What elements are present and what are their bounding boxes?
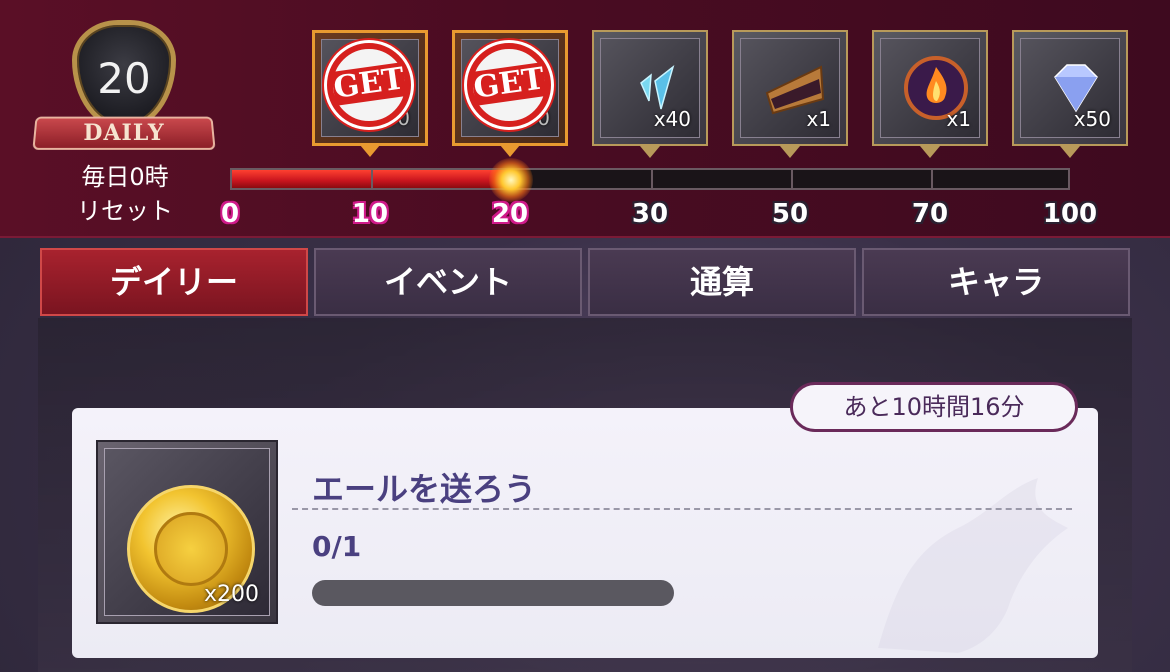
milestone-label-10: 10	[351, 199, 389, 229]
pointer-icon	[1060, 146, 1080, 158]
get-stamp-label: GET	[470, 61, 548, 106]
daily-ribbon-label: DAILY	[83, 120, 165, 146]
mission-reward-count: x200	[203, 582, 259, 607]
reward-frame: x1	[740, 38, 840, 138]
milestone-label-70: 70	[911, 199, 949, 229]
progress-tick	[931, 170, 933, 188]
milestone-reward-6[interactable]: x50	[1012, 30, 1128, 158]
reward-count: x40	[653, 107, 691, 131]
tab-character[interactable]: キャラ	[862, 248, 1130, 316]
daily-level-badge: 20 DAILY	[30, 10, 220, 160]
griffin-emblem-icon	[878, 478, 1068, 653]
tab-event[interactable]: イベント	[314, 248, 582, 316]
milestone-reward-1[interactable]: x300 GET	[312, 30, 428, 157]
mission-progress-bar	[312, 580, 674, 606]
pointer-icon	[920, 146, 940, 158]
pointer-icon	[780, 146, 800, 158]
milestone-label-100: 100	[1042, 199, 1098, 229]
daily-mission-banner: 20 DAILY 毎日0時 リセット x300 GET x400 GET	[0, 0, 1170, 238]
milestone-reward-3[interactable]: x40	[592, 30, 708, 158]
milestone-label-50: 50	[771, 199, 809, 229]
reward-frame: x200	[104, 448, 270, 616]
pointer-icon	[640, 146, 660, 158]
pointer-icon	[360, 145, 380, 157]
reward-frame: x50	[1020, 38, 1120, 138]
pointer-icon	[500, 145, 520, 157]
laurel-emblem-icon	[154, 512, 228, 586]
reward-count: x50	[1073, 107, 1111, 131]
mission-reward-item[interactable]: x200	[96, 440, 278, 624]
reward-count: x1	[806, 107, 831, 131]
reward-count: x1	[946, 107, 971, 131]
milestone-label-30: 30	[631, 199, 669, 229]
tab-daily[interactable]: デイリー	[40, 248, 308, 316]
milestone-reward-2[interactable]: x400 GET	[452, 30, 568, 157]
mission-progress-text: 0/1	[312, 530, 362, 563]
reward-frame: x1	[880, 38, 980, 138]
milestone-reward-5[interactable]: x1	[872, 30, 988, 158]
get-stamp-label: GET	[330, 61, 408, 106]
daily-points-progress-bar	[230, 158, 1070, 202]
daily-level-number: 20	[97, 54, 151, 103]
progress-tick	[651, 170, 653, 188]
milestone-reward-4[interactable]: x1	[732, 30, 848, 158]
progress-glow-icon	[488, 158, 533, 202]
reset-info: 毎日0時 リセット	[50, 160, 200, 228]
reset-label: リセット	[77, 197, 173, 225]
mission-card[interactable]: x200 エールを送ろう 0/1	[72, 408, 1098, 658]
get-stamp-icon: GET	[467, 43, 551, 127]
get-stamp-icon: GET	[327, 43, 411, 127]
milestone-label-20: 20	[491, 199, 529, 229]
reset-time-label: 毎日0時	[81, 163, 169, 191]
milestone-label-0: 0	[220, 199, 240, 229]
mission-title: エールを送ろう	[312, 470, 537, 508]
progress-tick	[371, 170, 373, 188]
reward-frame: x40	[600, 38, 700, 138]
progress-tick	[791, 170, 793, 188]
tab-cumulative[interactable]: 通算	[588, 248, 856, 316]
time-remaining-badge: あと10時間16分	[790, 382, 1078, 432]
divider	[292, 508, 1072, 510]
